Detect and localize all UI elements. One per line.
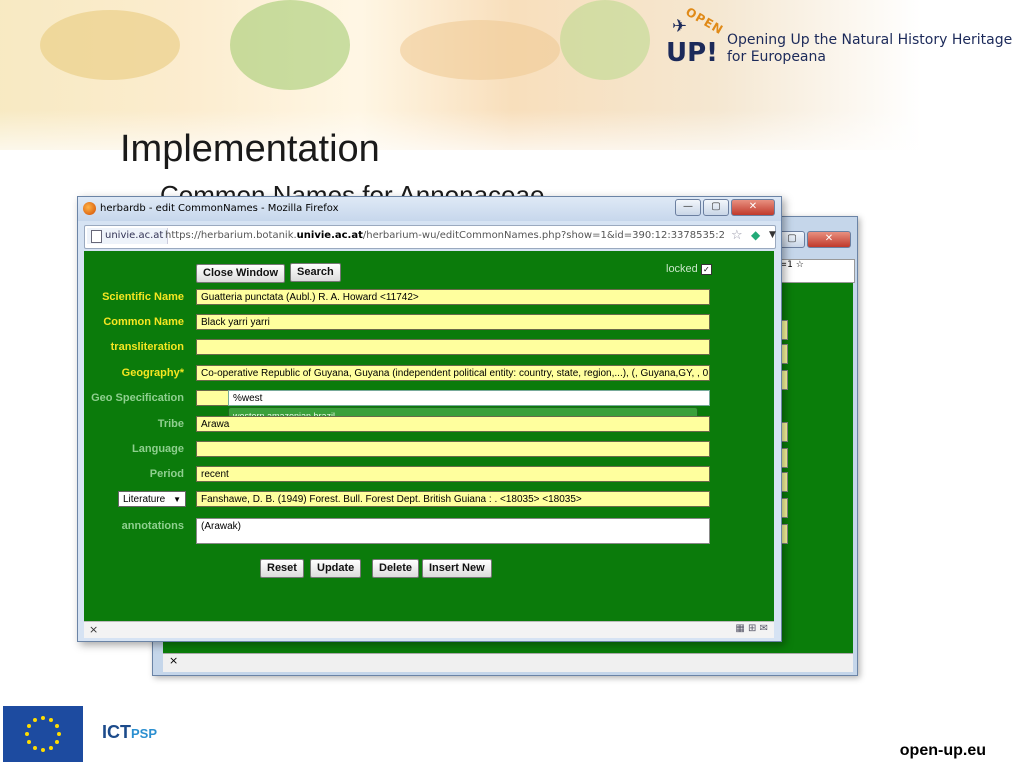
window-controls: — ▢ ✕ xyxy=(675,199,775,216)
decorative-leaf xyxy=(40,10,180,80)
update-button[interactable]: Update xyxy=(310,559,362,578)
close-icon[interactable]: × xyxy=(169,654,178,667)
language-field[interactable] xyxy=(196,441,710,457)
status-icons: ▦ ⊞ ✉ xyxy=(735,623,768,634)
common-name-field[interactable]: Black yarri yarri xyxy=(196,314,710,330)
address-bar-fragment[interactable]: e=1 ☆ xyxy=(773,259,855,283)
minimize-button[interactable]: — xyxy=(675,199,701,216)
close-window-button[interactable]: Close Window xyxy=(196,264,286,283)
eu-flag xyxy=(3,706,83,762)
annotations-label: annotations xyxy=(121,520,184,532)
url-prefix: https://herbarium.botanik. xyxy=(165,230,297,241)
title-bar[interactable]: herbardb - edit CommonNames - Mozilla Fi… xyxy=(78,197,781,221)
delete-button[interactable]: Delete xyxy=(372,559,420,578)
annotations-textarea[interactable]: (Arawak) xyxy=(196,518,710,544)
insert-new-button[interactable]: Insert New xyxy=(422,559,492,578)
decorative-leaf xyxy=(400,20,560,80)
address-bar[interactable]: univie.ac.at https://herbarium.botanik.u… xyxy=(84,225,776,249)
site-identity-button[interactable]: univie.ac.at xyxy=(87,228,169,244)
scientific-name-field[interactable]: Guatteria punctata (Aubl.) R. A. Howard … xyxy=(196,289,710,305)
chevron-down-icon[interactable]: ▼ xyxy=(769,230,776,240)
slide-title: Implementation xyxy=(120,128,380,170)
logo-tagline: Opening Up the Natural History Heritage … xyxy=(727,32,1013,65)
scientific-name-label: Scientific Name xyxy=(102,291,184,303)
bird-icon: ✈ xyxy=(672,16,688,37)
close-icon[interactable]: × xyxy=(89,623,98,636)
literature-select-value: Literature xyxy=(123,494,166,505)
maximize-button[interactable]: ▢ xyxy=(779,231,805,248)
transliteration-label: transliteration xyxy=(110,341,184,353)
reset-button[interactable]: Reset xyxy=(260,559,304,578)
close-button[interactable]: ✕ xyxy=(731,199,775,216)
eu-stars-icon xyxy=(25,716,61,752)
url-text[interactable]: https://herbarium.botanik.univie.ac.at/h… xyxy=(165,230,725,241)
locked-checkbox[interactable]: ✓ xyxy=(700,263,712,275)
ict-label: ICT xyxy=(102,722,131,742)
firefox-icon xyxy=(83,202,96,215)
locked-label: locked xyxy=(666,263,698,275)
url-suffix: /herbarium-wu/editCommonNames.php?show=1… xyxy=(362,230,725,241)
period-field[interactable]: recent xyxy=(196,466,710,482)
psp-label: PSP xyxy=(131,726,158,741)
open-up-logo: ✈ OPEN UP! Opening Up the Natural Histor… xyxy=(664,5,1014,82)
footer-url: open-up.eu xyxy=(899,742,986,759)
ict-psp-text: ICTPSP xyxy=(102,722,157,743)
dropdown-arrow-icon: ▼ xyxy=(173,495,181,504)
common-name-label: Common Name xyxy=(103,316,184,328)
site-identity-label: univie.ac.at xyxy=(105,230,164,241)
status-bar: × xyxy=(163,653,853,672)
ict-psp-logo: ICTPSP xyxy=(92,708,162,758)
bookmark-star-icon[interactable]: ☆ xyxy=(731,228,743,243)
geo-specification-label: Geo Specification xyxy=(91,392,184,404)
logo-up-text: UP! xyxy=(666,38,719,68)
browser-window[interactable]: herbardb - edit CommonNames - Mozilla Fi… xyxy=(77,196,782,642)
literature-field[interactable]: Fanshawe, D. B. (1949) Forest. Bull. For… xyxy=(196,491,710,507)
language-label: Language xyxy=(132,443,184,455)
search-button[interactable]: Search xyxy=(290,263,341,282)
addon-icon[interactable]: ◆ xyxy=(751,228,760,242)
geo-specification-input[interactable]: %west xyxy=(228,390,710,406)
geography-label: Geography* xyxy=(121,367,184,379)
literature-select[interactable]: Literature ▼ xyxy=(118,491,186,507)
page-icon xyxy=(91,230,102,243)
tribe-field[interactable]: Arawa xyxy=(196,416,710,432)
period-label: Period xyxy=(149,468,184,480)
geography-field[interactable]: Co-operative Republic of Guyana, Guyana … xyxy=(196,365,710,381)
window-title: herbardb - edit CommonNames - Mozilla Fi… xyxy=(100,203,339,214)
locked-checkbox-group[interactable]: locked ✓ xyxy=(666,263,712,275)
url-domain: univie.ac.at xyxy=(296,230,363,241)
tribe-label: Tribe xyxy=(157,418,184,430)
star-icon[interactable]: ☆ xyxy=(796,260,804,270)
edit-form: Close Window Search locked ✓ Scientific … xyxy=(84,251,774,621)
status-bar: × ▦ ⊞ ✉ xyxy=(84,621,774,638)
close-button[interactable]: ✕ xyxy=(807,231,851,248)
decorative-leaf xyxy=(230,0,350,90)
maximize-button[interactable]: ▢ xyxy=(703,199,729,216)
transliteration-field[interactable] xyxy=(196,339,710,355)
decorative-leaf xyxy=(560,0,650,80)
